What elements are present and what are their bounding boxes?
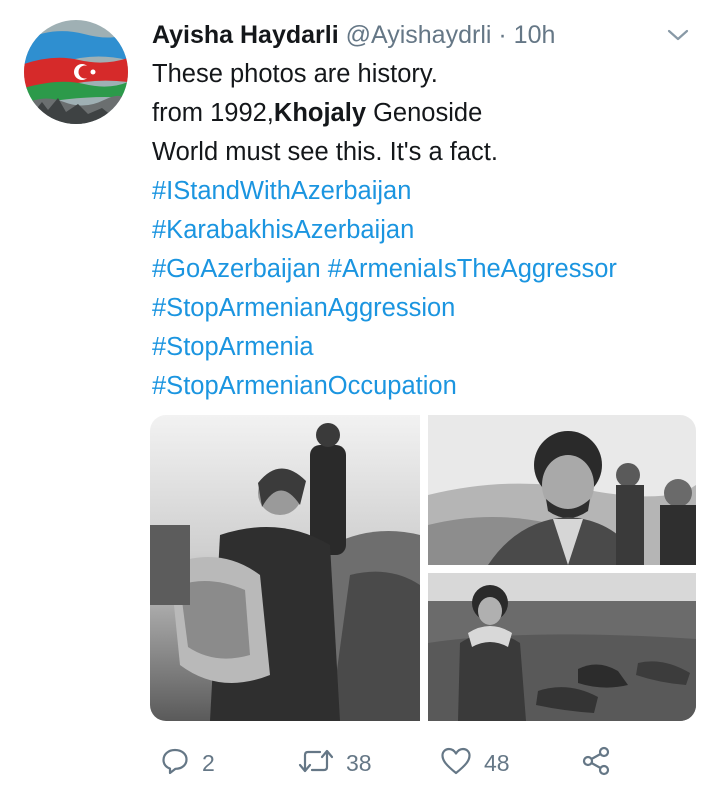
tweet-header: Ayisha Haydarli @Ayishaydrli · 10h bbox=[152, 18, 555, 52]
photo-crying-man[interactable] bbox=[428, 415, 696, 565]
reply-button[interactable]: 2 bbox=[160, 745, 215, 781]
retweet-count: 38 bbox=[346, 749, 372, 776]
photo-man-in-field[interactable] bbox=[428, 573, 696, 721]
hashtag-link[interactable]: #KarabakhisAzerbaijan bbox=[152, 211, 712, 250]
like-count: 48 bbox=[484, 749, 510, 776]
retweet-icon bbox=[298, 746, 334, 781]
heart-icon bbox=[440, 746, 472, 781]
hashtag-link[interactable]: #GoAzerbaijan #ArmeniaIsTheAggressor bbox=[152, 250, 712, 289]
reply-count: 2 bbox=[202, 749, 215, 776]
like-button[interactable]: 48 bbox=[440, 745, 510, 781]
hashtag-link[interactable]: #StopArmenianOccupation bbox=[152, 367, 712, 406]
hashtag-link[interactable]: #StopArmenia bbox=[152, 328, 712, 367]
text-line: These photos are history. bbox=[152, 60, 438, 88]
header-separator: · bbox=[498, 21, 507, 49]
avatar[interactable] bbox=[24, 20, 128, 124]
share-button[interactable] bbox=[580, 745, 612, 781]
text-line: from 1992,Khojaly Genoside bbox=[152, 99, 483, 127]
author-handle[interactable]: @Ayishaydrli bbox=[346, 21, 492, 49]
media-grid bbox=[150, 415, 696, 721]
hashtag-link[interactable]: #StopArmenianAggression bbox=[152, 289, 712, 328]
tweet-actions: 2 38 48 bbox=[0, 745, 720, 785]
text-line: World must see this. It's a fact. bbox=[152, 138, 498, 166]
tweet-timestamp[interactable]: 10h bbox=[514, 21, 556, 49]
author-name[interactable]: Ayisha Haydarli bbox=[152, 21, 339, 49]
share-icon bbox=[580, 745, 612, 782]
retweet-button[interactable]: 38 bbox=[298, 745, 372, 781]
hashtag-link[interactable]: #IStandWithAzerbaijan bbox=[152, 172, 712, 211]
chevron-down-icon[interactable] bbox=[664, 24, 692, 46]
tweet-text: These photos are history. from 1992,Khoj… bbox=[152, 55, 712, 406]
photo-woman-carrying-child[interactable] bbox=[150, 415, 420, 721]
reply-icon bbox=[160, 746, 190, 781]
